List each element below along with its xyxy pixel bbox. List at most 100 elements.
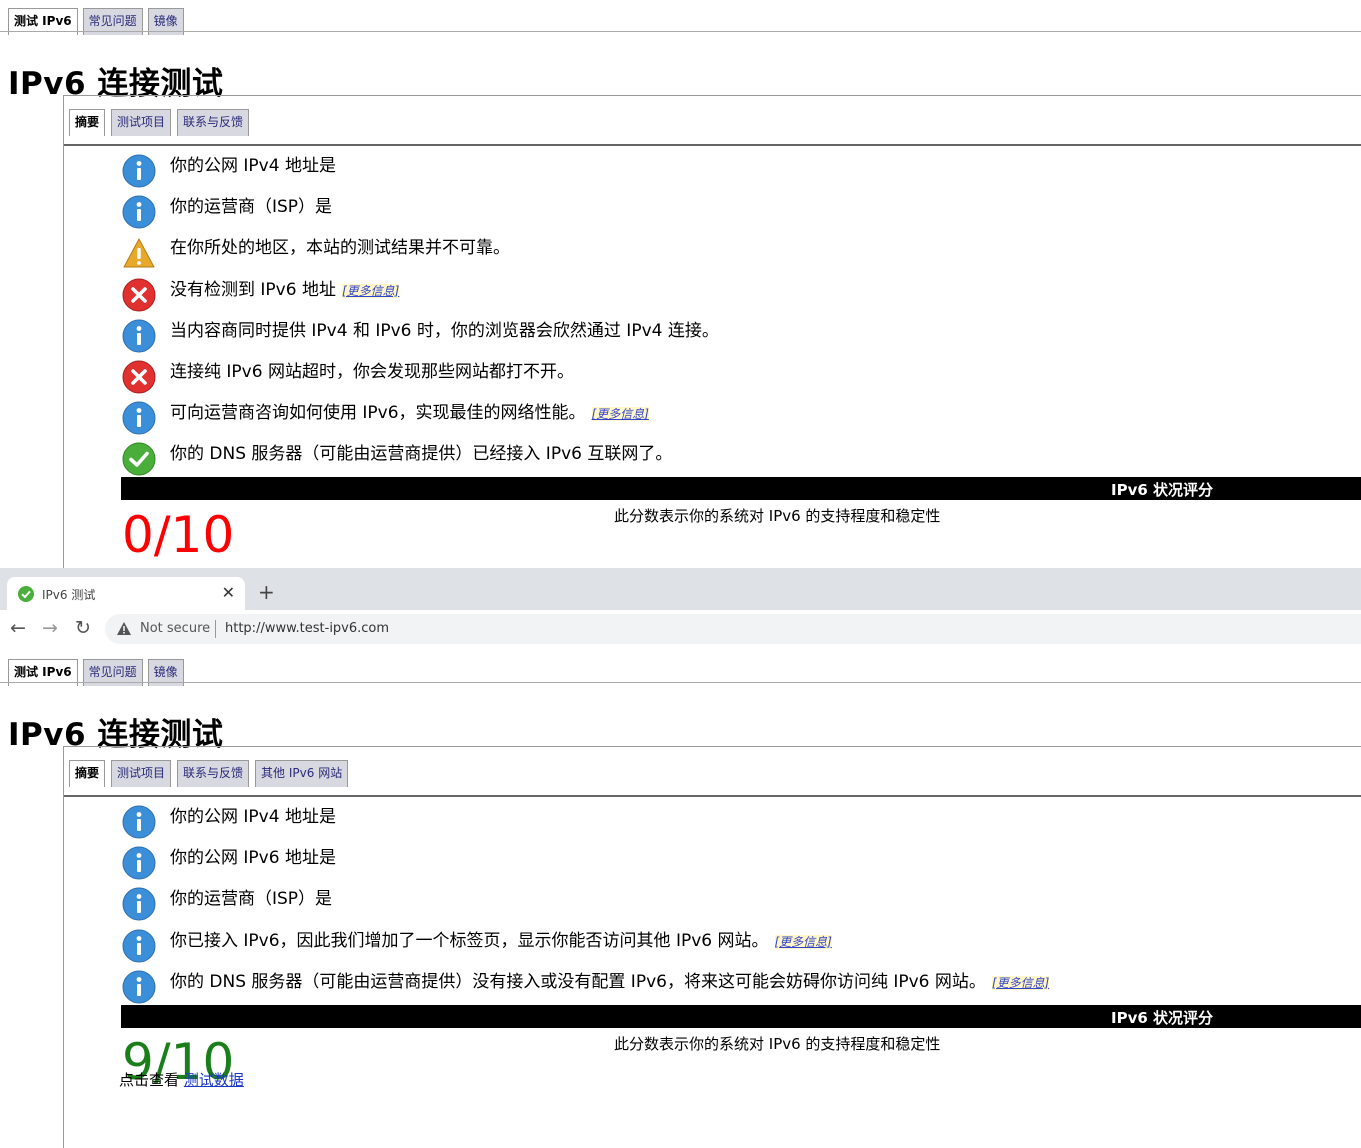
check-icon: [122, 442, 156, 476]
result-item: 你的公网 IPv4 地址是: [121, 149, 1361, 190]
info-icon: [122, 887, 156, 921]
more-info-link[interactable]: [更多信息]: [774, 934, 832, 949]
score-description: 此分数表示你的系统对 IPv6 的支持程度和稳定性: [614, 1035, 941, 1053]
info-icon: [122, 929, 156, 963]
tab-contact[interactable]: 联系与反馈: [177, 760, 250, 787]
result-text: 你的公网 IPv4 地址是: [170, 802, 336, 827]
result-message: 你的公网 IPv6 地址是: [170, 848, 336, 869]
info-icon: [122, 846, 156, 880]
result-message: 你的运营商（ISP）是: [170, 197, 333, 218]
divider: [0, 31, 1361, 32]
back-icon[interactable]: ←: [10, 617, 26, 639]
content-panel: 摘要 测试项目 联系与反馈 你的公网 IPv4 地址是 你的运营商（ISP）是在你…: [63, 95, 1361, 568]
more-info-link[interactable]: [更多信息]: [341, 283, 400, 298]
url-text[interactable]: http://www.test-ipv6.com: [225, 621, 389, 636]
info-icon: [122, 319, 156, 353]
tab-summary[interactable]: 摘要: [69, 109, 106, 136]
divider: [64, 795, 1361, 797]
error-icon: [122, 360, 156, 394]
result-text: 你的公网 IPv4 地址是: [170, 151, 336, 176]
score-heading: IPv6 状况评分: [1111, 1009, 1214, 1027]
more-info-link[interactable]: [更多信息]: [991, 975, 1050, 990]
result-message: 没有检测到 IPv6 地址: [170, 279, 336, 300]
browser-tab-title: IPv6 测试: [42, 588, 96, 602]
score-value: 0/10: [122, 506, 235, 564]
tab-contact[interactable]: 联系与反馈: [177, 109, 250, 136]
result-message: 你的公网 IPv4 地址是: [170, 156, 336, 176]
info-icon: [122, 805, 156, 839]
address-bar[interactable]: Not secure http://www.test-ipv6.com: [105, 614, 1361, 644]
security-label: Not secure: [140, 621, 211, 636]
page-before: 测试 IPv6 常见问题 镜像 IPv6 连接测试 摘要 测试项目 联系与反馈 …: [0, 0, 1361, 568]
result-message: 你的运营商（ISP）是: [170, 889, 333, 910]
sub-tabs: 摘要 测试项目 联系与反馈: [69, 109, 255, 136]
result-item: 你的公网 IPv6 地址是: [121, 841, 1361, 882]
result-item: 你的 DNS 服务器（可能由运营商提供）已经接入 IPv6 互联网了。: [121, 437, 1361, 478]
score-description: 此分数表示你的系统对 IPv6 的支持程度和稳定性: [614, 507, 941, 525]
result-text: 你的运营商（ISP）是: [170, 192, 332, 217]
result-text: 在你所处的地区，本站的测试结果并不可靠。: [170, 233, 510, 258]
result-message: 你已接入 IPv6，因此我们增加了一个标签页，显示你能否访问其他 IPv6 网站…: [170, 930, 769, 951]
result-text: 你的公网 IPv6 地址是: [170, 843, 336, 868]
test-data-link[interactable]: 测试数据: [184, 1071, 244, 1089]
page-after: 测试 IPv6 常见问题 镜像 IPv6 连接测试 摘要 测试项目 联系与反馈 …: [0, 648, 1361, 1148]
more-info-link[interactable]: [更多信息]: [591, 407, 649, 422]
tab-tests-run[interactable]: 测试项目: [111, 760, 172, 787]
result-item: 在你所处的地区，本站的测试结果并不可靠。: [121, 231, 1361, 272]
result-item: 你的运营商（ISP）是: [121, 882, 1361, 923]
result-item: 可向运营商咨询如何使用 IPv6，实现最佳的网络性能。 [更多信息]: [121, 396, 1361, 437]
score-heading-bar: IPv6 状况评分: [121, 477, 1361, 500]
result-message: 你的 DNS 服务器（可能由运营商提供）没有接入或没有配置 IPv6，将来这可能…: [170, 971, 986, 992]
result-item: 连接纯 IPv6 网站超时，你会发现那些网站都打不开。: [121, 355, 1361, 396]
content-panel: 摘要 测试项目 联系与反馈 其他 IPv6 网站 你的公网 IPv4 地址是 你的…: [63, 746, 1361, 1148]
result-text: 你的 DNS 服务器（可能由运营商提供）已经接入 IPv6 互联网了。: [170, 439, 672, 464]
divider: [0, 682, 1361, 683]
result-message: 连接纯 IPv6 网站超时，你会发现那些网站都打不开。: [170, 361, 574, 382]
info-icon: [122, 154, 156, 188]
tab-other-ipv6-sites[interactable]: 其他 IPv6 网站: [255, 760, 349, 787]
browser-tab[interactable]: IPv6 测试 ✕: [7, 577, 245, 610]
sub-tabs: 摘要 测试项目 联系与反馈 其他 IPv6 网站: [69, 760, 354, 787]
result-item: 没有检测到 IPv6 地址 [更多信息]: [121, 273, 1361, 314]
score-heading: IPv6 状况评分: [1111, 481, 1214, 499]
divider: [64, 144, 1361, 146]
result-message: 在你所处的地区，本站的测试结果并不可靠。: [170, 238, 510, 259]
test-data-line: 点击查看 测试数据: [119, 1069, 244, 1090]
warning-icon: [122, 236, 156, 270]
result-text: 你已接入 IPv6，因此我们增加了一个标签页，显示你能否访问其他 IPv6 网站…: [170, 926, 832, 951]
forward-icon[interactable]: →: [42, 617, 58, 639]
result-message: 当内容商同时提供 IPv4 和 IPv6 时，你的浏览器会欣然通过 IPv4 连…: [170, 320, 719, 341]
warning-icon: [117, 622, 131, 635]
footer-text: 点击查看: [119, 1071, 180, 1089]
reload-icon[interactable]: ↻: [75, 617, 91, 639]
result-text: 可向运营商咨询如何使用 IPv6，实现最佳的网络性能。 [更多信息]: [170, 398, 649, 423]
divider: [215, 620, 216, 638]
info-icon: [122, 401, 156, 435]
info-icon: [122, 195, 156, 229]
result-message: 你的公网 IPv4 地址是: [170, 807, 336, 827]
result-text: 你的 DNS 服务器（可能由运营商提供）没有接入或没有配置 IPv6，将来这可能…: [170, 967, 1050, 992]
result-text: 连接纯 IPv6 网站超时，你会发现那些网站都打不开。: [170, 357, 574, 382]
new-tab-icon[interactable]: +: [258, 580, 275, 604]
score-heading-bar: IPv6 状况评分: [121, 1005, 1361, 1028]
result-item: 你的运营商（ISP）是: [121, 190, 1361, 231]
info-icon: [122, 970, 156, 1004]
result-item: 你的 DNS 服务器（可能由运营商提供）没有接入或没有配置 IPv6，将来这可能…: [121, 965, 1361, 1006]
tab-summary[interactable]: 摘要: [69, 760, 106, 787]
tab-tests-run[interactable]: 测试项目: [111, 109, 172, 136]
result-message: 可向运营商咨询如何使用 IPv6，实现最佳的网络性能。: [170, 403, 586, 424]
result-item: 你的公网 IPv4 地址是: [121, 800, 1361, 841]
result-list: 你的公网 IPv4 地址是 你的运营商（ISP）是在你所处的地区，本站的测试结果并…: [121, 149, 1361, 479]
close-tab-icon[interactable]: ✕: [222, 583, 235, 602]
browser-chrome: IPv6 测试 ✕ + ← → ↻ Not secure http://www.…: [0, 568, 1361, 649]
result-text: 你的运营商（ISP）是: [170, 884, 332, 909]
navigation-bar: ← → ↻ Not secure http://www.test-ipv6.co…: [0, 610, 1361, 649]
result-item: 你已接入 IPv6，因此我们增加了一个标签页，显示你能否访问其他 IPv6 网站…: [121, 924, 1361, 965]
result-list: 你的公网 IPv4 地址是 你的公网 IPv6 地址是 你的运营商（ISP）是你已接…: [121, 800, 1361, 1006]
result-item: 当内容商同时提供 IPv4 和 IPv6 时，你的浏览器会欣然通过 IPv4 连…: [121, 314, 1361, 355]
favicon-check-icon: [18, 586, 34, 602]
result-message: 你的 DNS 服务器（可能由运营商提供）已经接入 IPv6 互联网了。: [170, 444, 673, 465]
result-text: 当内容商同时提供 IPv4 和 IPv6 时，你的浏览器会欣然通过 IPv4 连…: [170, 316, 719, 341]
result-text: 没有检测到 IPv6 地址 [更多信息]: [170, 275, 400, 300]
error-icon: [122, 278, 156, 312]
